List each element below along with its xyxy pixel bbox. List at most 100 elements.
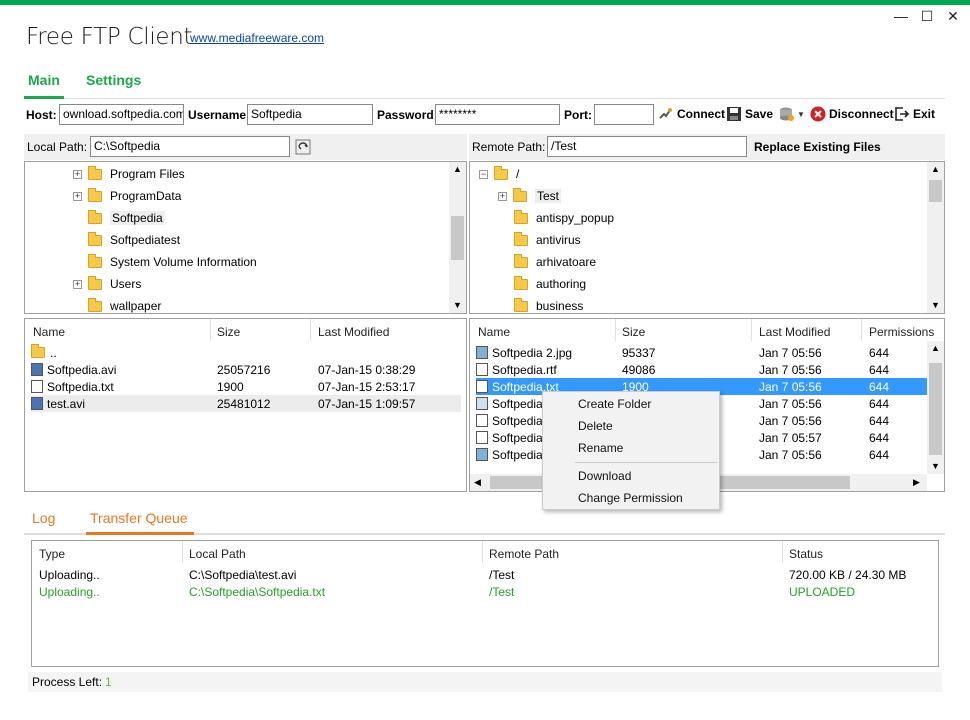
exit-icon — [895, 107, 910, 121]
local-tree-scrollbar[interactable]: ▲ ▼ — [449, 162, 466, 313]
tree-item[interactable]: Softpedia — [88, 207, 165, 229]
file-permissions: 644 — [869, 447, 890, 462]
file-modified: Jan 7 05:56 — [759, 413, 822, 428]
file-name: Softpedia — [492, 396, 543, 411]
transfer-queue-table[interactable]: Type Local Path Remote Path Status Uploa… — [31, 540, 939, 667]
tab-main[interactable]: Main — [28, 72, 60, 88]
column-header-modified[interactable]: Last Modified — [318, 325, 389, 339]
menu-item-download[interactable]: Download — [578, 469, 631, 483]
queue-status: 720.00 KB / 24.30 MB — [789, 568, 907, 582]
settings-file-icon — [476, 414, 488, 427]
tree-item[interactable]: + ProgramData — [73, 185, 181, 207]
scroll-up-icon[interactable]: ▲ — [453, 164, 462, 174]
folder-icon — [513, 187, 527, 202]
refresh-icon[interactable] — [295, 139, 311, 155]
tree-item[interactable]: arhivatoare — [514, 251, 596, 273]
host-input[interactable]: ownload.softpedia.com — [59, 104, 184, 125]
folder-icon — [514, 231, 528, 246]
remote-folder-tree[interactable]: − / + Test antispy_popup antivirus arhivat… — [469, 161, 945, 314]
maximize-button[interactable]: ☐ — [917, 6, 937, 26]
scroll-thumb[interactable] — [451, 216, 464, 260]
menu-item-change-permission[interactable]: Change Permission — [578, 491, 683, 505]
scroll-up-icon[interactable]: ▲ — [931, 343, 940, 353]
scroll-right-icon[interactable]: ▶ — [913, 477, 920, 488]
folder-up-icon — [31, 344, 45, 358]
file-modified: Jan 7 05:56 — [759, 379, 822, 394]
menu-item-rename[interactable]: Rename — [578, 441, 623, 455]
tree-item-label: Program Files — [110, 167, 185, 181]
save-button[interactable]: Save — [726, 106, 773, 122]
column-header-name[interactable]: Name — [478, 325, 510, 339]
tree-item[interactable]: + Test — [498, 185, 562, 207]
column-header-remote-path[interactable]: Remote Path — [489, 547, 559, 561]
tree-item[interactable]: System Volume Information — [88, 251, 257, 273]
menu-item-delete[interactable]: Delete — [578, 419, 613, 433]
file-modified: Jan 7 05:56 — [759, 396, 822, 411]
file-row[interactable]: Softpedia.avi 25057216 07-Jan-15 0:38:29 — [31, 361, 461, 378]
minimize-button[interactable]: — — [891, 6, 911, 26]
password-input[interactable]: ******** — [435, 104, 560, 125]
local-folder-tree[interactable]: + Program Files + ProgramData Softpedia So… — [24, 161, 467, 314]
chevron-down-icon: ▼ — [797, 109, 805, 119]
scroll-down-icon[interactable]: ▼ — [453, 300, 462, 310]
file-row[interactable]: .. — [31, 344, 461, 361]
tree-item-label: Softpediatest — [110, 233, 181, 247]
username-input[interactable]: Softpedia — [247, 104, 373, 125]
menu-item-create-folder[interactable]: Create Folder — [578, 397, 651, 411]
text-file-icon — [476, 380, 488, 393]
tree-item[interactable]: + Program Files — [73, 163, 185, 185]
scroll-up-icon[interactable]: ▲ — [931, 164, 940, 174]
file-row[interactable]: Softpedia.rtf 49086 Jan 7 05:56 644 — [476, 361, 928, 378]
file-permissions: 644 — [869, 379, 890, 394]
column-header-name[interactable]: Name — [33, 325, 65, 339]
replace-existing-files-option[interactable]: Replace Existing Files — [754, 140, 881, 154]
menu-separator — [575, 462, 717, 463]
connect-button[interactable]: Connect — [658, 106, 725, 122]
website-link[interactable]: www.mediafreeware.com — [190, 31, 324, 45]
scroll-thumb[interactable] — [929, 180, 942, 202]
port-input[interactable] — [594, 104, 654, 125]
file-row[interactable]: Softpedia 2.jpg 95337 Jan 7 05:56 644 — [476, 344, 928, 361]
expand-icon[interactable]: + — [73, 279, 82, 289]
column-header-permissions[interactable]: Permissions — [869, 325, 934, 339]
remote-tree-scrollbar[interactable]: ▲ ▼ — [927, 162, 944, 313]
tab-log[interactable]: Log — [32, 510, 55, 526]
scroll-down-icon[interactable]: ▼ — [931, 300, 940, 310]
column-header-size[interactable]: Size — [217, 325, 240, 339]
exit-button[interactable]: Exit — [894, 106, 935, 122]
expand-icon[interactable]: + — [73, 191, 82, 201]
collapse-icon[interactable]: − — [479, 169, 488, 179]
expand-icon[interactable]: + — [73, 169, 82, 179]
column-header-size[interactable]: Size — [622, 325, 645, 339]
local-file-list[interactable]: Name Size Last Modified .. Softpedia.avi… — [24, 318, 467, 492]
remote-list-vscrollbar[interactable]: ▲ ▼ — [927, 341, 944, 474]
local-path-label: Local Path: — [27, 140, 88, 154]
tab-transfer-queue[interactable]: Transfer Queue — [90, 510, 188, 526]
tree-item[interactable]: − / — [479, 163, 519, 185]
disconnect-button[interactable]: Disconnect — [810, 106, 894, 122]
tree-item[interactable]: antivirus — [514, 229, 581, 251]
local-path-input[interactable]: C:\Softpedia — [90, 136, 290, 157]
tree-item[interactable]: + Users — [73, 273, 141, 295]
scroll-down-icon[interactable]: ▼ — [931, 461, 940, 471]
database-dropdown-button[interactable]: ▼ — [778, 106, 805, 122]
file-permissions: 644 — [869, 362, 890, 377]
tree-item[interactable]: antispy_popup — [514, 207, 614, 229]
column-header-status[interactable]: Status — [789, 547, 823, 561]
file-row[interactable]: Softpedia.txt 1900 07-Jan-15 2:53:17 — [31, 378, 461, 395]
column-header-modified[interactable]: Last Modified — [759, 325, 830, 339]
connect-icon — [659, 108, 672, 119]
scroll-left-icon[interactable]: ◀ — [474, 477, 481, 488]
column-header-type[interactable]: Type — [39, 547, 65, 561]
file-row[interactable]: test.avi 25481012 07-Jan-15 1:09:57 — [31, 395, 461, 412]
tree-item[interactable]: wallpaper — [88, 295, 161, 313]
close-window-button[interactable]: ✕ — [943, 6, 963, 26]
tree-item[interactable]: Softpediatest — [88, 229, 180, 251]
column-header-local-path[interactable]: Local Path — [189, 547, 246, 561]
scroll-thumb[interactable] — [929, 363, 942, 455]
tree-item[interactable]: business — [514, 295, 583, 313]
tab-settings[interactable]: Settings — [86, 72, 141, 88]
expand-icon[interactable]: + — [498, 191, 507, 201]
tree-item[interactable]: authoring — [514, 273, 586, 295]
remote-path-input[interactable]: /Test — [547, 136, 747, 157]
